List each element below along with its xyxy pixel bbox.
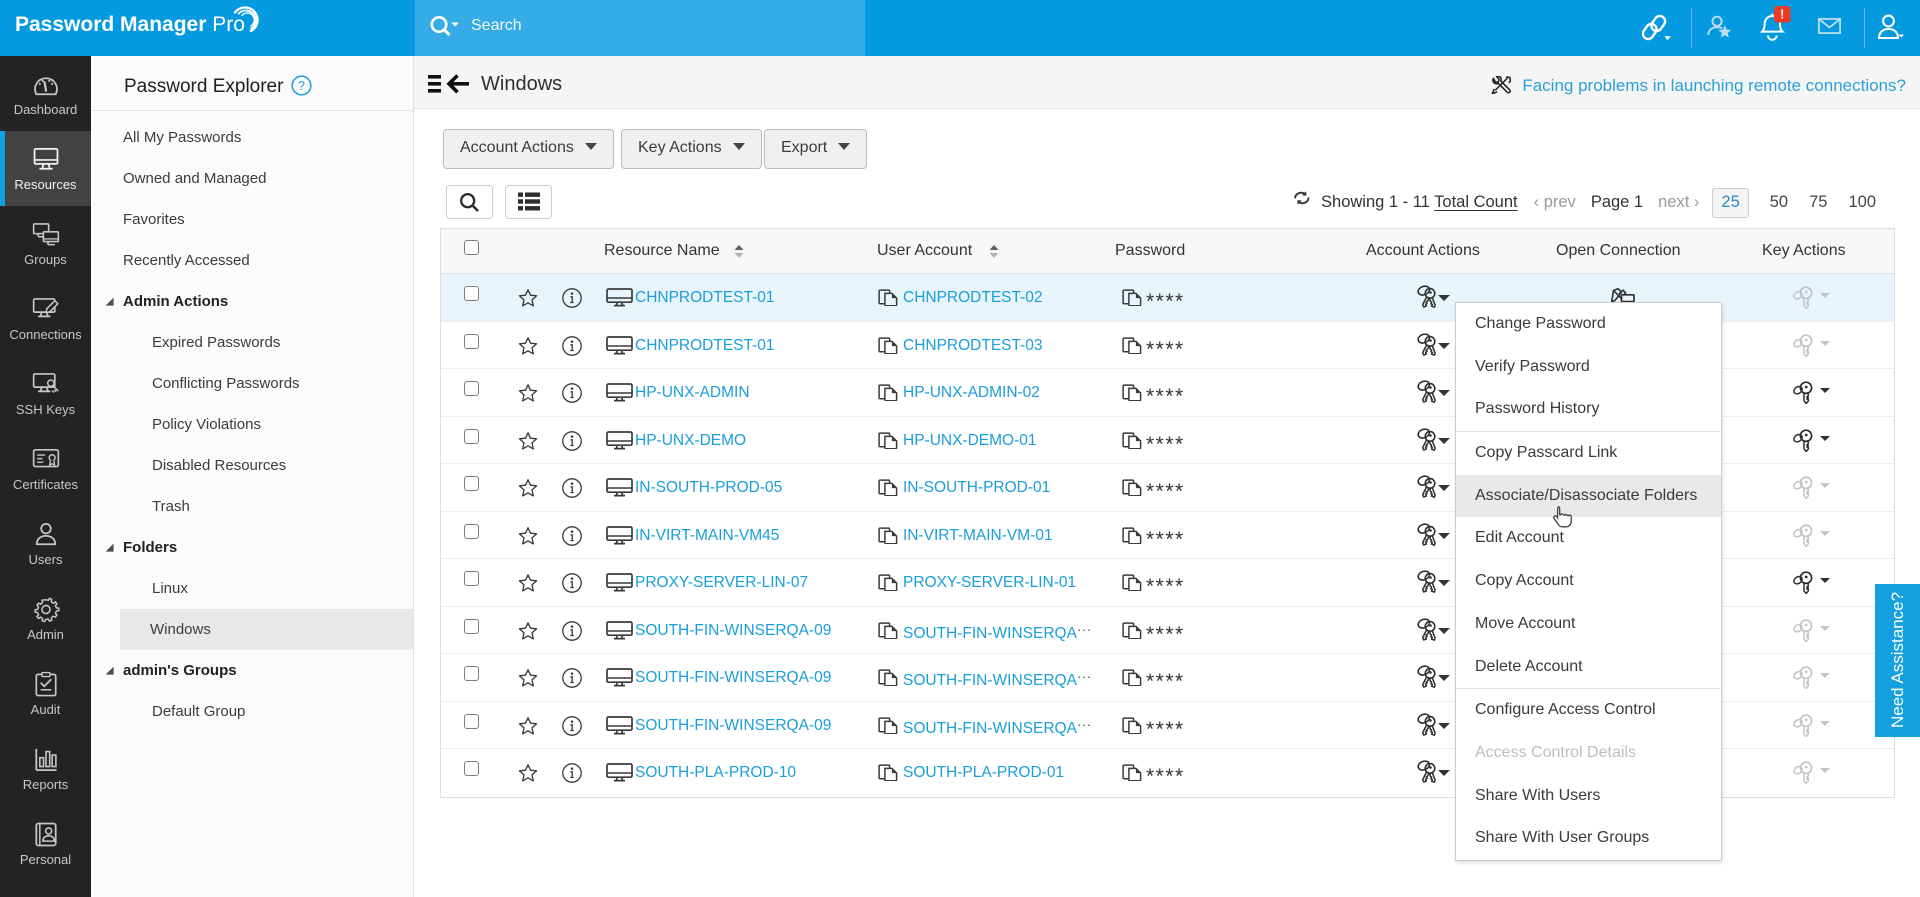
svg-text:!: ! xyxy=(1780,8,1784,22)
svg-text:?: ? xyxy=(298,79,305,93)
